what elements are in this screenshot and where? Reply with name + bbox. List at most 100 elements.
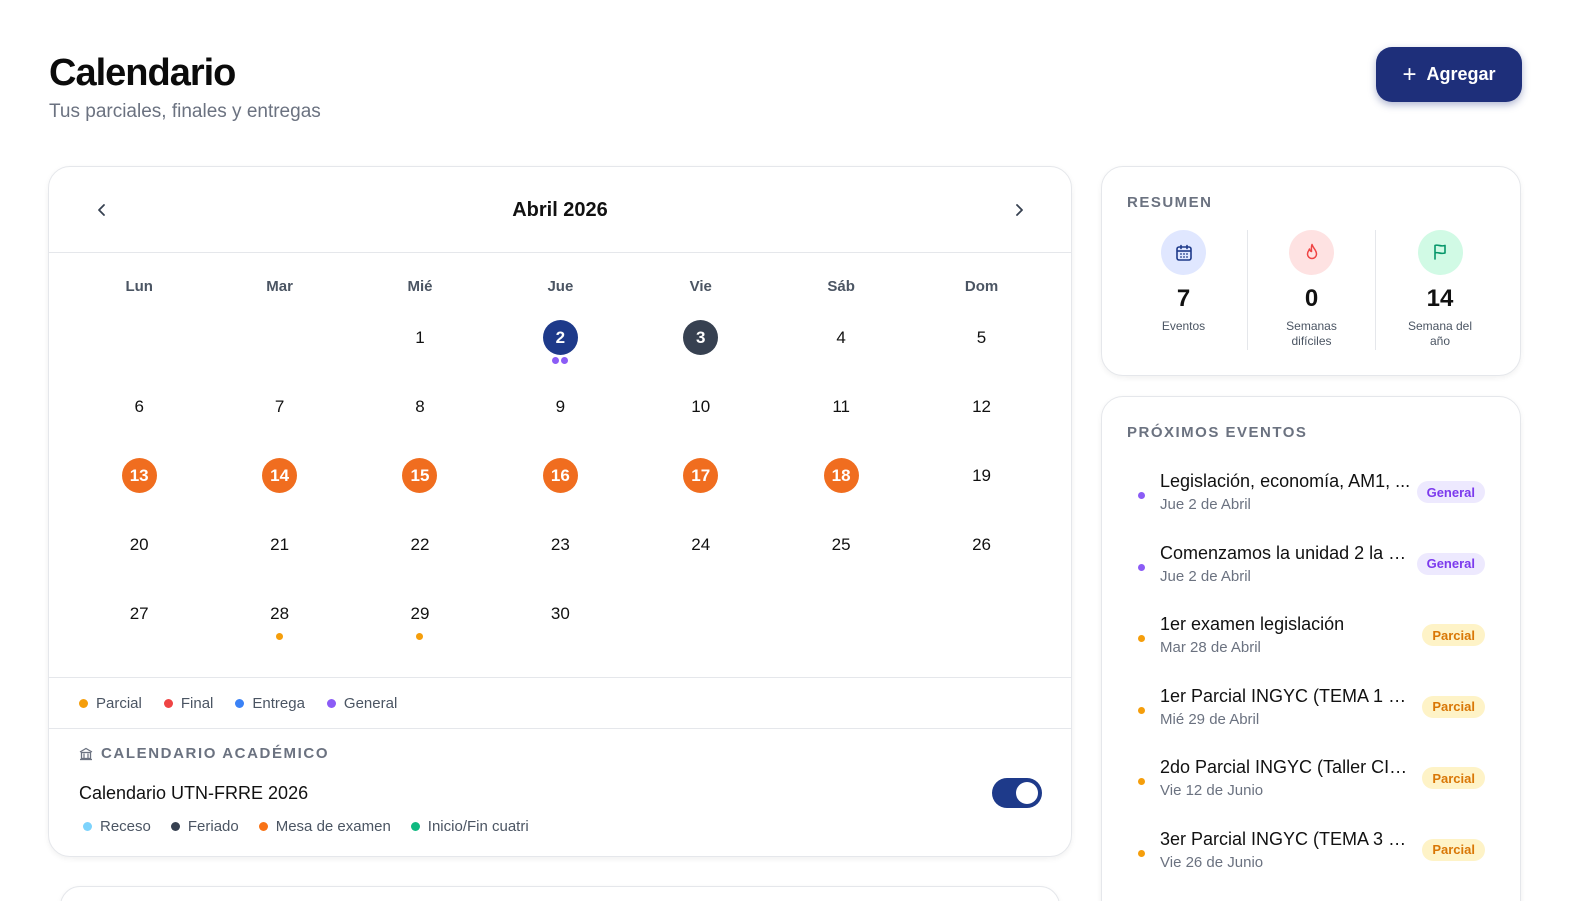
day-cell[interactable]: 3: [631, 303, 771, 372]
day-number: 3: [683, 320, 719, 355]
day-number: 8: [415, 396, 425, 416]
day-cell[interactable]: 25: [771, 510, 911, 579]
stat-label: Semanas difíciles: [1286, 318, 1337, 349]
day-cell[interactable]: 1: [350, 303, 490, 372]
event-title: 2do Parcial INGYC (Taller CI/CD): [1160, 757, 1412, 777]
flag-icon: [1417, 230, 1463, 275]
event-dot: [552, 357, 560, 364]
day-cell[interactable]: 5: [911, 303, 1051, 372]
event-dot: [276, 633, 284, 640]
plus-icon: +: [1402, 60, 1417, 88]
day-cell[interactable]: 6: [69, 372, 209, 441]
event-item[interactable]: 1er Parcial INGYC (TEMA 1 y 2) Mié 29 de …: [1102, 686, 1520, 758]
event-date: Vie 12 de Junio: [1160, 782, 1264, 799]
day-cell[interactable]: 15: [350, 441, 490, 510]
legend-label: Feriado: [187, 818, 239, 835]
event-date: Mié 29 de Abril: [1160, 710, 1260, 728]
day-number: 19: [972, 465, 991, 485]
legend-item: Final: [163, 695, 213, 712]
day-cell[interactable]: 21: [209, 510, 349, 579]
day-cell[interactable]: 13: [69, 441, 209, 510]
legend-dot: [83, 822, 92, 831]
day-cell[interactable]: 23: [490, 510, 630, 579]
day-cell[interactable]: 28: [209, 579, 349, 648]
event-type-badge: General: [1416, 481, 1485, 503]
empty-day-cell: [631, 579, 771, 648]
day-cell[interactable]: 26: [911, 510, 1051, 579]
event-date: Jue 2 de Abril: [1160, 496, 1251, 513]
day-cell[interactable]: 24: [631, 510, 771, 579]
upcoming-events-title: PRÓXIMOS EVENTOS: [1127, 424, 1308, 441]
legend-item: Receso: [83, 818, 151, 835]
legend-label: General: [343, 694, 398, 712]
academic-legend: Receso Feriado Mesa de examen Inicio/Fin cu…: [83, 818, 529, 835]
secondary-card: [60, 886, 1060, 901]
day-cell[interactable]: 2: [490, 303, 630, 372]
toggle-knob: [1016, 782, 1038, 804]
next-month-button[interactable]: [1006, 197, 1032, 223]
day-number: 16: [542, 458, 578, 493]
day-number: 10: [691, 396, 711, 416]
event-item[interactable]: 1er examen legislación Mar 28 de Abril Par…: [1102, 614, 1520, 686]
day-cell[interactable]: 8: [350, 372, 490, 441]
day-cell[interactable]: 19: [911, 441, 1051, 510]
calendar-card: Abril 2026 Lun Mar Mié Jue Vie Sáb Dom 1234567…: [48, 166, 1072, 857]
day-number: 26: [972, 534, 991, 554]
day-number: 9: [555, 396, 566, 416]
day-number: 17: [683, 458, 719, 493]
weekday-label: Lun: [125, 278, 153, 295]
stat-value: 0: [1304, 284, 1319, 312]
day-cell[interactable]: 7: [209, 372, 349, 441]
day-cell[interactable]: 22: [350, 510, 490, 579]
event-type-dot: [1138, 492, 1145, 499]
day-number: 15: [402, 458, 438, 493]
calendar-page: Calendario Tus parciales, finales y entr…: [0, 0, 1587, 901]
day-number: 14: [262, 458, 298, 493]
upcoming-events-card: PRÓXIMOS EVENTOS Legislación, economía, …: [1101, 396, 1521, 901]
event-legend: Parcial Final Entrega General: [49, 677, 1071, 729]
day-cell[interactable]: 12: [911, 372, 1051, 441]
event-item[interactable]: 2do Parcial INGYC (Taller CI/CD) Vie 12 d…: [1102, 757, 1520, 829]
day-cell[interactable]: 30: [490, 579, 630, 648]
academic-calendar-title: CALENDARIO ACADÉMICO: [79, 745, 329, 762]
stat-value: 7: [1176, 285, 1191, 312]
day-cell[interactable]: 10: [631, 372, 771, 441]
day-number: 20: [129, 534, 149, 554]
stat-week-of-year: 14 Semana del año: [1376, 230, 1504, 350]
legend-label: Parcial: [96, 694, 142, 712]
event-type-dot: [1138, 563, 1145, 571]
legend-item: Parcial: [79, 695, 142, 712]
day-cell[interactable]: 14: [209, 441, 349, 510]
day-cell[interactable]: 16: [490, 441, 630, 510]
day-number: 30: [550, 603, 570, 623]
event-title: 3er Parcial INGYC (TEMA 3 y 4): [1160, 828, 1412, 849]
event-item[interactable]: Legislación, economía, AM1, ... Jue 2 de …: [1102, 471, 1520, 543]
empty-day-cell: [771, 579, 911, 648]
add-button[interactable]: + Agregar: [1376, 47, 1522, 102]
chevron-right-icon: [1016, 204, 1023, 216]
day-number: 18: [823, 458, 859, 493]
day-cell[interactable]: 18: [771, 441, 911, 510]
event-type-dot: [1138, 849, 1145, 857]
summary-title: RESUMEN: [1127, 194, 1213, 211]
stat-hard-weeks: 0 Semanas difíciles: [1248, 230, 1376, 350]
legend-dot: [410, 822, 420, 831]
event-title: 1er Parcial INGYC (TEMA 1 y 2): [1160, 685, 1412, 706]
day-cell[interactable]: 4: [771, 303, 911, 372]
summary-card: RESUMEN 7 Eventos 0 Semanas difíciles 14…: [1101, 166, 1521, 376]
day-cell[interactable]: 17: [631, 441, 771, 510]
event-item[interactable]: 3er Parcial INGYC (TEMA 3 y 4) Vie 26 de …: [1102, 829, 1520, 901]
upcoming-events-list: Legislación, economía, AM1, ... Jue 2 de …: [1102, 471, 1520, 900]
day-cell[interactable]: 11: [771, 372, 911, 441]
stat-label: Eventos: [1161, 319, 1206, 333]
day-cell[interactable]: 27: [69, 579, 209, 648]
day-cell[interactable]: 29: [350, 579, 490, 648]
event-item[interactable]: Comenzamos la unidad 2 la s... Jue 2 de A…: [1102, 543, 1520, 615]
weekday-label: Dom: [964, 278, 999, 295]
building-icon: [79, 747, 93, 760]
legend-item: Inicio/Fin cuatri: [410, 818, 529, 835]
day-cell[interactable]: 20: [69, 510, 209, 579]
academic-calendar-toggle[interactable]: [992, 778, 1042, 808]
legend-dot: [170, 822, 180, 831]
day-cell[interactable]: 9: [490, 372, 630, 441]
